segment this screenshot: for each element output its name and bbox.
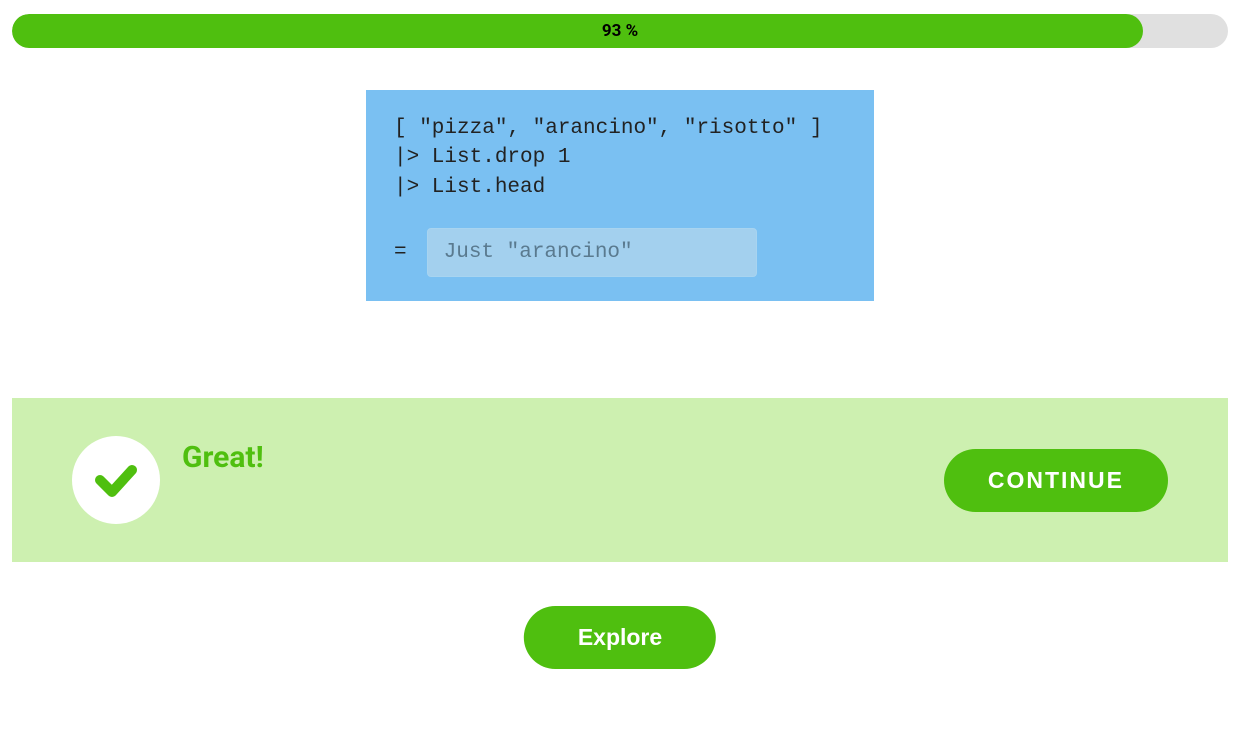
answer-row: =	[394, 228, 846, 277]
explore-button[interactable]: Explore	[524, 606, 716, 669]
code-line-1: [ "pizza", "arancino", "risotto" ]	[394, 117, 822, 140]
feedback-left: Great!	[72, 436, 264, 524]
check-circle	[72, 436, 160, 524]
answer-input[interactable]	[427, 228, 757, 277]
code-line-2: |> List.drop 1	[394, 146, 570, 169]
continue-button[interactable]: CONTINUE	[944, 449, 1168, 512]
progress-label: 93 %	[12, 14, 1228, 48]
code-line-3: |> List.head	[394, 176, 545, 199]
progress-bar: 93 %	[12, 14, 1228, 48]
code-exercise-card: [ "pizza", "arancino", "risotto" ] |> Li…	[366, 90, 874, 301]
feedback-banner: Great! CONTINUE	[12, 398, 1228, 562]
equals-sign: =	[394, 241, 407, 264]
checkmark-icon	[92, 456, 140, 504]
feedback-message: Great!	[182, 440, 264, 475]
code-block: [ "pizza", "arancino", "risotto" ] |> Li…	[394, 114, 846, 202]
